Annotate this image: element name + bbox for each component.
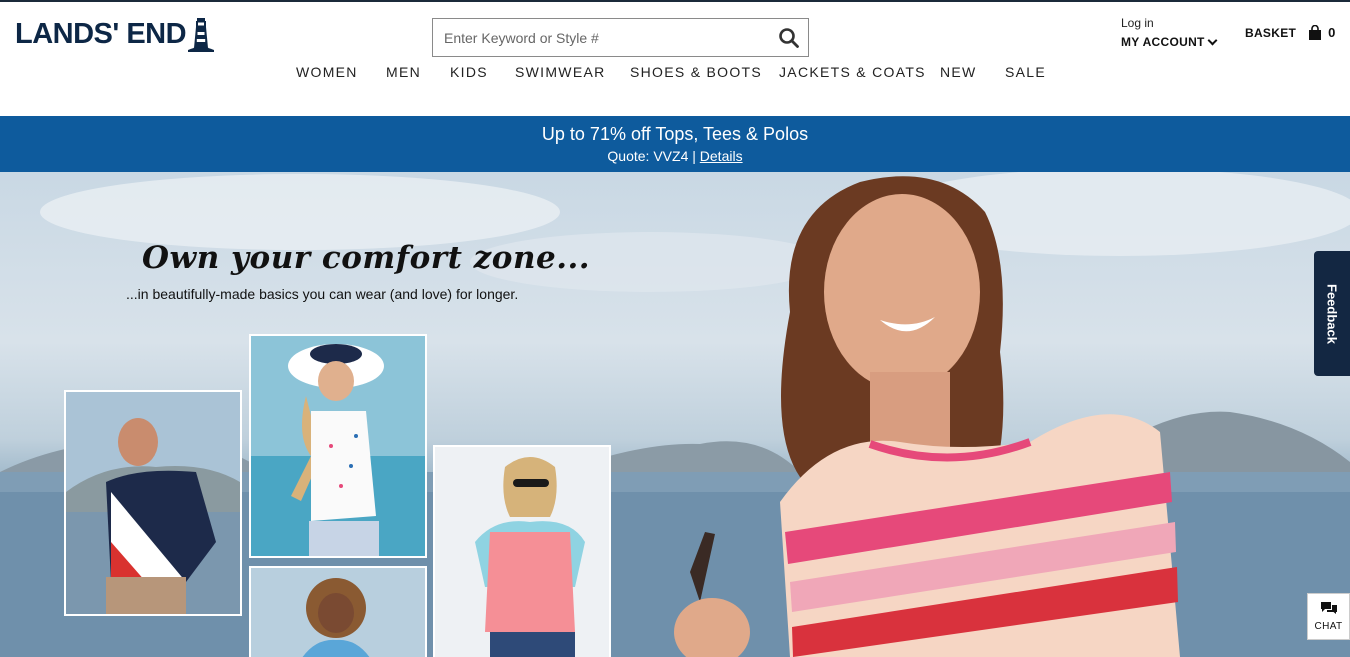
chat-icon <box>1320 602 1337 614</box>
basket-button[interactable]: BASKET 0 <box>1245 25 1336 40</box>
feedback-label: Feedback <box>1324 283 1340 344</box>
nav-item-jackets-coats[interactable]: JACKETS & COATS <box>779 64 926 80</box>
nav-item-shoes-boots[interactable]: SHOES & BOOTS <box>630 64 762 80</box>
logo-text: LANDS' END <box>15 17 187 50</box>
promo-quote-label: Quote: VVZ4 | <box>607 148 696 164</box>
lighthouse-icon <box>188 18 215 52</box>
basket-count: 0 <box>1328 25 1336 40</box>
promo-banner[interactable]: Up to 71% off Tops, Tees & Polos Quote: … <box>0 116 1350 172</box>
product-tile-men-tee[interactable] <box>64 390 242 616</box>
nav-item-sale[interactable]: SALE <box>1005 64 1046 80</box>
nav-item-men[interactable]: MEN <box>386 64 421 80</box>
product-image <box>66 392 240 614</box>
basket-label: BASKET <box>1245 25 1297 40</box>
main-nav: WOMEN MEN KIDS SWIMWEAR SHOES & BOOTS JA… <box>0 64 1350 86</box>
product-image <box>251 336 425 556</box>
nav-item-new[interactable]: NEW <box>940 64 977 80</box>
nav-item-swimwear[interactable]: SWIMWEAR <box>515 64 606 80</box>
login-link[interactable]: Log in <box>1121 16 1216 30</box>
promo-quote: Quote: VVZ4 | Details <box>0 148 1350 164</box>
logo[interactable]: LANDS' END <box>15 16 215 52</box>
nav-item-women[interactable]: WOMEN <box>296 64 358 80</box>
basket-icon <box>1309 25 1322 40</box>
hero-subtitle: ...in beautifully-made basics you can we… <box>126 286 519 302</box>
promo-details-link[interactable]: Details <box>700 148 743 164</box>
nav-item-kids[interactable]: KIDS <box>450 64 488 80</box>
promo-headline: Up to 71% off Tops, Tees & Polos <box>541 124 809 144</box>
my-account-label: MY ACCOUNT <box>1121 35 1205 49</box>
product-tile-women-polo[interactable] <box>433 445 611 657</box>
feedback-tab[interactable]: Feedback <box>1314 251 1350 376</box>
search-bar <box>432 18 809 57</box>
chevron-down-icon <box>1207 35 1218 45</box>
hero-banner[interactable]: Own your comfort zone... ...in beautiful… <box>0 172 1350 657</box>
account-menu[interactable]: Log in MY ACCOUNT <box>1121 16 1218 49</box>
search-icon[interactable] <box>778 27 800 49</box>
site-header: LANDS' END Log in MY ACCOUNT BASKET <box>0 0 1350 116</box>
product-image <box>435 447 609 657</box>
product-tile-women-shirt[interactable] <box>249 566 427 657</box>
chat-label: CHAT <box>1314 621 1343 632</box>
chat-button[interactable]: CHAT <box>1307 593 1350 640</box>
product-tile-women-tank[interactable] <box>249 334 427 558</box>
my-account-dropdown[interactable]: MY ACCOUNT <box>1121 35 1218 49</box>
product-image <box>251 568 425 657</box>
search-input[interactable] <box>433 19 773 56</box>
hero-title: Own your comfort zone... <box>142 240 591 276</box>
